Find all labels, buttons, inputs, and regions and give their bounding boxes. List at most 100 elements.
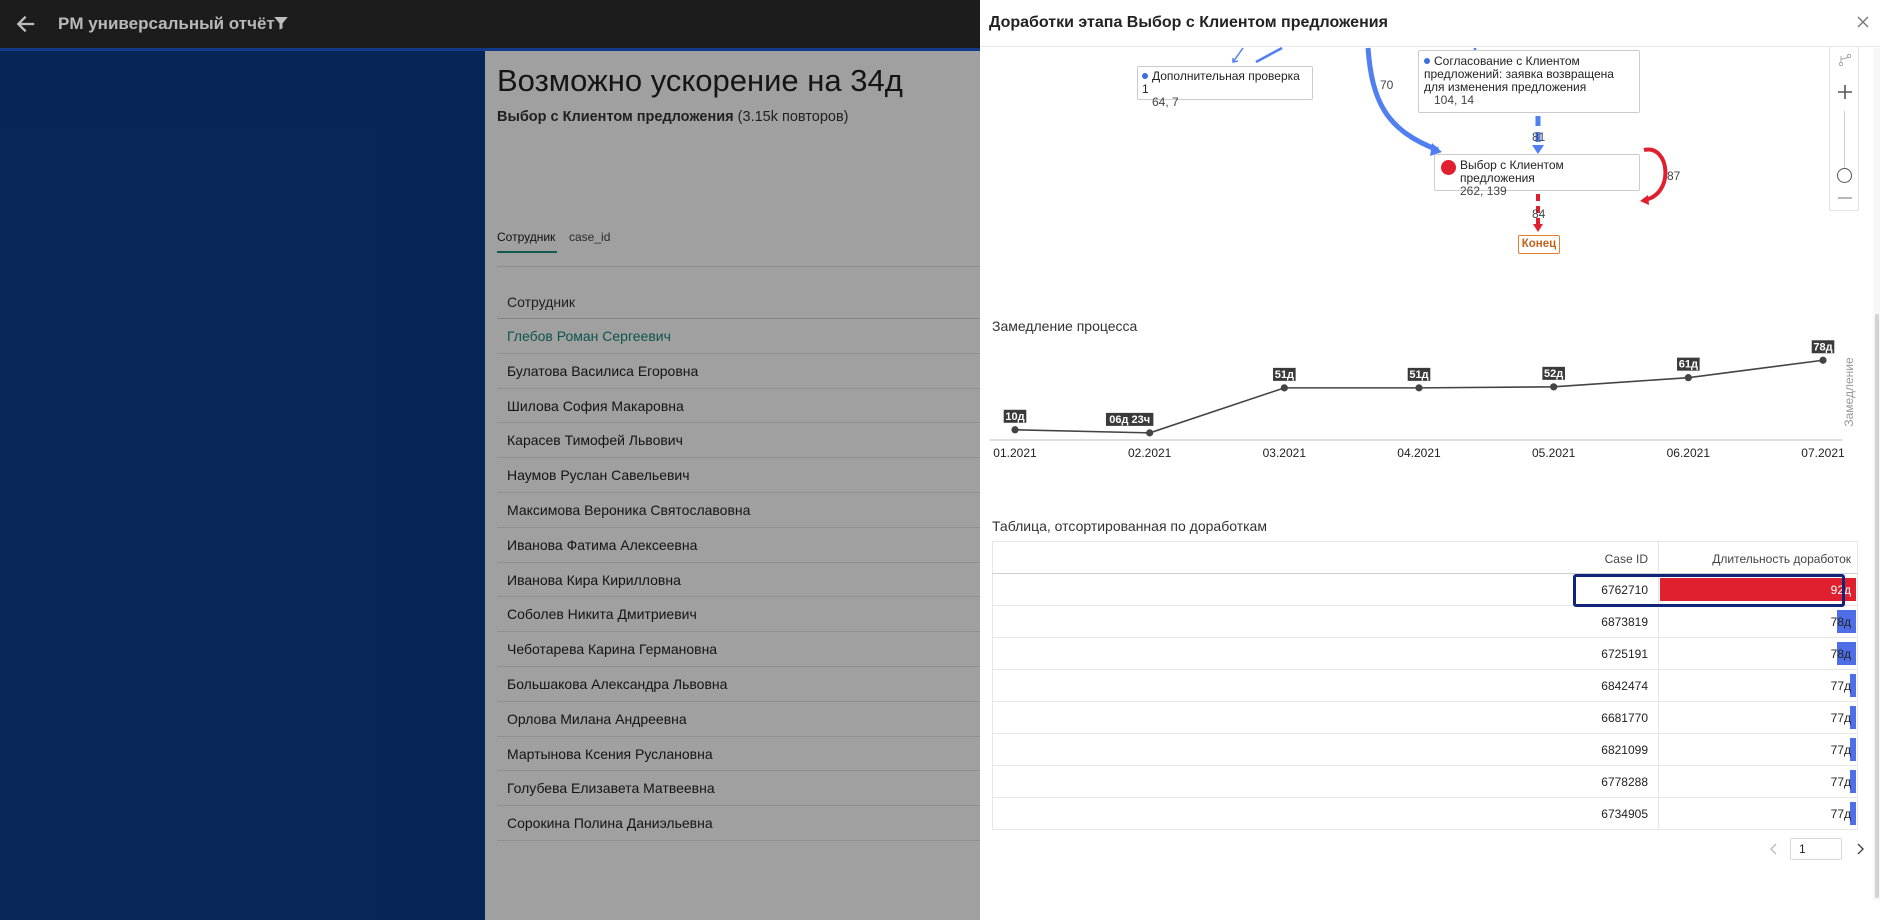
- data-point[interactable]: [1146, 429, 1154, 437]
- employee-name: Карасев Тимофей Львович: [507, 432, 683, 449]
- node-additional-check[interactable]: Дополнительная проверка 1 64, 7: [1137, 66, 1313, 109]
- arrowhead: [1640, 195, 1649, 205]
- data-label: 51д: [1275, 369, 1294, 381]
- table-row[interactable]: Карасев Тимофей Львович: [497, 423, 980, 459]
- data-label: 52д: [1544, 368, 1563, 380]
- table-row[interactable]: Мартынова Ксения Руслановна: [497, 737, 980, 772]
- x-tick-label: 05.2021: [1532, 446, 1576, 460]
- duration-cell: 77д: [1830, 743, 1851, 757]
- node-client-choice[interactable]: Выбор с Клиентом предложения 262, 139: [1434, 154, 1640, 198]
- column-divider: [1658, 798, 1659, 830]
- employee-name: Иванова Фатима Алексеевна: [507, 536, 698, 553]
- tab-case-id[interactable]: case_id: [569, 230, 610, 244]
- x-tick-label: 07.2021: [1801, 446, 1845, 460]
- table-row[interactable]: Максимова Вероника Святославовна: [497, 493, 980, 528]
- employee-name: Чеботарева Карина Германовна: [507, 641, 718, 658]
- data-point[interactable]: [1550, 383, 1558, 391]
- table-row[interactable]: 6762710 92д: [992, 574, 1858, 606]
- case-id-cell: 6734905: [1601, 807, 1648, 821]
- case-id-cell: 6842474: [1601, 679, 1648, 693]
- duration-cell: 92д: [1830, 583, 1851, 597]
- edge-label-choice-end: 84: [1532, 207, 1546, 221]
- duration-cell: 77д: [1830, 807, 1851, 821]
- employee-name: Булатова Василиса Егоровна: [507, 362, 699, 379]
- data-label: 51д: [1409, 369, 1428, 381]
- column-header-duration[interactable]: Длительность доработок: [1712, 552, 1851, 566]
- zoom-in-icon[interactable]: [1837, 84, 1853, 100]
- employee-name: Максимова Вероника Святославовна: [507, 501, 751, 518]
- employee-name: Шилова София Макаровна: [507, 397, 684, 414]
- table-row[interactable]: Сорокина Полина Даниэльевна: [497, 806, 980, 841]
- table-row[interactable]: Иванова Кира Кирилловна: [497, 563, 980, 598]
- table-row[interactable]: Чеботарева Карина Германовна: [497, 632, 980, 667]
- chevron-right-icon[interactable]: [1852, 841, 1868, 857]
- node-dot: [1142, 73, 1148, 79]
- case-id-cell: 6762710: [1601, 583, 1648, 597]
- data-label: 78д: [1813, 341, 1832, 353]
- map-controls: [1829, 46, 1859, 211]
- employee-table: Сотрудник Глебов Роман Сергеевич Булатова…: [497, 266, 980, 841]
- data-point[interactable]: [1415, 384, 1423, 392]
- close-icon[interactable]: [1855, 14, 1871, 30]
- duration-cell: 78д: [1830, 615, 1851, 629]
- node-stats: 64, 7: [1152, 95, 1179, 109]
- slowdown-chart: 10д 01.2021 06д 23ч 02.2021 51д 03.2021 51д 04.…: [990, 340, 1856, 460]
- table-row[interactable]: Глебов Роман Сергеевич: [497, 319, 980, 354]
- zoom-slider-handle[interactable]: [1837, 168, 1852, 183]
- report-panel: Возможно ускорение на 34д Выбор с Клиент…: [485, 51, 980, 920]
- data-point[interactable]: [1280, 384, 1288, 392]
- cases-table-title: Таблица, отсортированная по доработкам: [992, 518, 1267, 534]
- table-row[interactable]: 6734905 77д: [992, 798, 1858, 830]
- table-row[interactable]: Соболев Никита Дмитриевич: [497, 597, 980, 633]
- table-row[interactable]: Голубева Елизавета Матвеевна: [497, 771, 980, 807]
- end-node[interactable]: Конец: [1518, 235, 1560, 254]
- edge-label-curve: 70: [1380, 78, 1394, 92]
- employee-name[interactable]: Глебов Роман Сергеевич: [507, 328, 671, 344]
- arrowhead: [1533, 224, 1543, 232]
- zoom-out-icon[interactable]: [1837, 195, 1853, 201]
- branch-icon[interactable]: [1838, 53, 1852, 67]
- data-point[interactable]: [1684, 374, 1692, 382]
- table-row[interactable]: 6725191 78д: [992, 638, 1858, 670]
- case-id-cell: 6778288: [1601, 775, 1648, 789]
- duration-bar: [1660, 578, 1856, 601]
- repeat-count: (3.15k повторов): [737, 109, 849, 125]
- table-row[interactable]: Большакова Александра Львовна: [497, 667, 980, 702]
- table-row[interactable]: Иванова Фатима Алексеевна: [497, 528, 980, 563]
- table-row[interactable]: Булатова Василиса Егоровна: [497, 354, 980, 389]
- case-id-cell: 6821099: [1601, 743, 1648, 757]
- table-row[interactable]: Шилова София Макаровна: [497, 389, 980, 424]
- employee-name: Голубева Елизавета Матвеевна: [507, 780, 715, 797]
- table-row[interactable]: 6681770 77д: [992, 702, 1858, 734]
- column-divider: [1658, 734, 1659, 766]
- case-id-cell: 6873819: [1601, 615, 1648, 629]
- activity-name: Выбор с Клиентом предложения: [497, 109, 734, 125]
- chevron-left-icon[interactable]: [1766, 841, 1782, 857]
- column-divider: [1658, 638, 1659, 670]
- node-stats: 262, 139: [1460, 184, 1507, 198]
- table-row[interactable]: 6873819 78д: [992, 606, 1858, 638]
- node-label: Выбор с Клиентом предложения: [1460, 158, 1564, 185]
- scrollbar-thumb[interactable]: [1875, 314, 1879, 898]
- table-header[interactable]: Сотрудник: [497, 266, 980, 319]
- page-number-input[interactable]: [1790, 838, 1842, 860]
- tab-employee[interactable]: Сотрудник: [497, 230, 555, 244]
- table-row[interactable]: Орлова Милана Андреевна: [497, 702, 980, 737]
- x-tick-label: 04.2021: [1397, 446, 1441, 460]
- data-point[interactable]: [1011, 426, 1019, 434]
- data-point[interactable]: [1819, 356, 1827, 364]
- edge-self-loop: [1643, 147, 1668, 202]
- arrow-left-icon[interactable]: [12, 10, 40, 38]
- table-row[interactable]: 6778288 77д: [992, 766, 1858, 798]
- table-row[interactable]: 6842474 77д: [992, 670, 1858, 702]
- activity-summary: Выбор с Клиентом предложения (3.15k повт…: [497, 109, 849, 125]
- employee-name: Мартынова Ксения Руслановна: [507, 745, 713, 762]
- duration-cell: 77д: [1830, 679, 1851, 693]
- zoom-slider-track: [1844, 111, 1845, 171]
- column-header-case-id[interactable]: Case ID: [1605, 552, 1648, 566]
- filter-icon[interactable]: [272, 14, 290, 32]
- table-row[interactable]: 6821099 77д: [992, 734, 1858, 766]
- table-row[interactable]: Наумов Руслан Савельевич: [497, 458, 980, 493]
- node-approval[interactable]: Согласование с Клиентом предложений: зая…: [1418, 50, 1640, 113]
- data-label: 61д: [1679, 359, 1698, 371]
